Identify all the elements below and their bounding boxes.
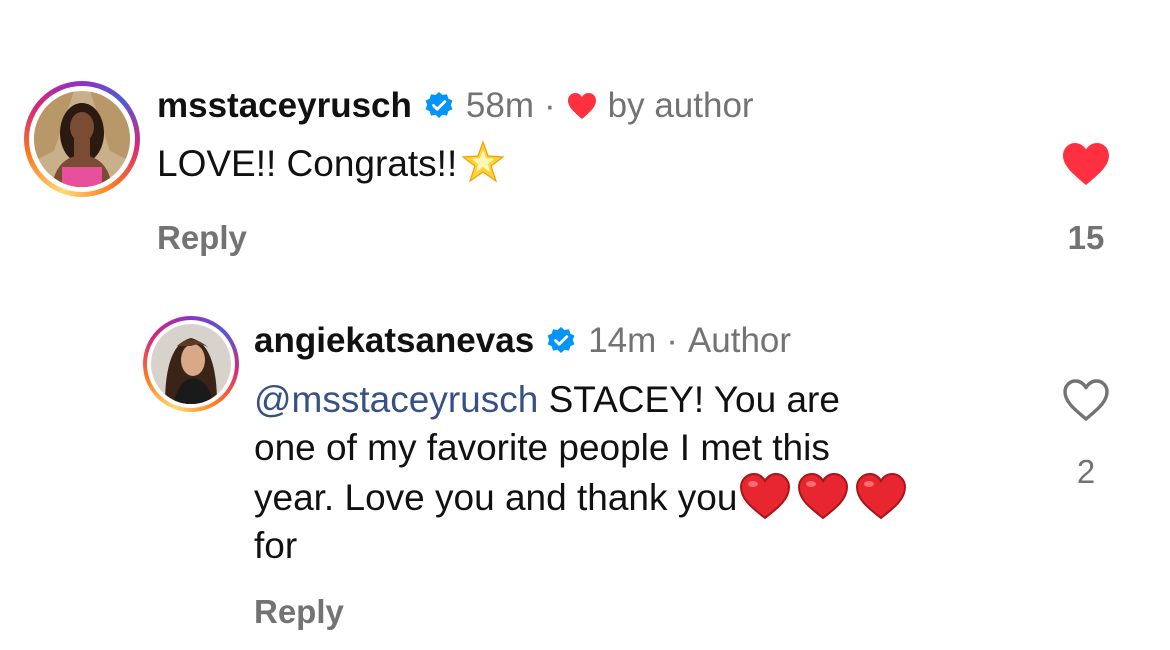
like-heart-icon[interactable]: [1061, 141, 1111, 187]
red-heart-emoji-icon: [797, 472, 849, 520]
comment-timestamp: 58m: [465, 86, 534, 125]
star-emoji-icon: [461, 140, 505, 184]
verified-badge-icon: [424, 91, 454, 121]
comment-text-line: @msstaceyrusch STACEY! You are: [254, 376, 1034, 424]
avatar[interactable]: [24, 81, 140, 197]
heart-icon: [566, 91, 598, 121]
reply-button[interactable]: Reply: [157, 218, 247, 258]
comment-text-content: LOVE!! Congrats!!: [157, 143, 458, 184]
comment-text-content: year. Love you and thank you: [254, 477, 738, 518]
comment-timestamp: 14m: [588, 321, 657, 360]
comment-username[interactable]: msstaceyrusch: [157, 86, 412, 126]
comment-text: LOVE!! Congrats!!: [157, 140, 505, 188]
red-heart-emoji-icon: [855, 472, 907, 520]
separator-dot: ·: [666, 321, 678, 360]
author-label: Author: [687, 321, 792, 360]
avatar[interactable]: [143, 316, 239, 412]
mention-link[interactable]: @msstaceyrusch: [254, 379, 538, 420]
comment-text-line: year. Love you and thank you: [254, 472, 1034, 522]
red-heart-emoji-icon: [739, 472, 791, 520]
verified-badge-icon: [546, 326, 576, 356]
liked-by-author-label: by author: [607, 86, 754, 125]
like-count: 15: [1067, 219, 1105, 256]
comment-text-line: for: [254, 525, 298, 566]
comment-text: @msstaceyrusch STACEY! You are one of my…: [254, 376, 1034, 570]
like-count: 2: [1076, 453, 1096, 490]
comment-text-content: STACEY! You are: [538, 379, 840, 420]
separator-dot: ·: [543, 86, 556, 125]
comment-username[interactable]: angiekatsanevas: [254, 321, 534, 361]
comment-text-line: one of my favorite people I met this: [254, 427, 830, 468]
reply-button[interactable]: Reply: [254, 592, 344, 632]
like-heart-outline-icon[interactable]: [1061, 377, 1111, 423]
